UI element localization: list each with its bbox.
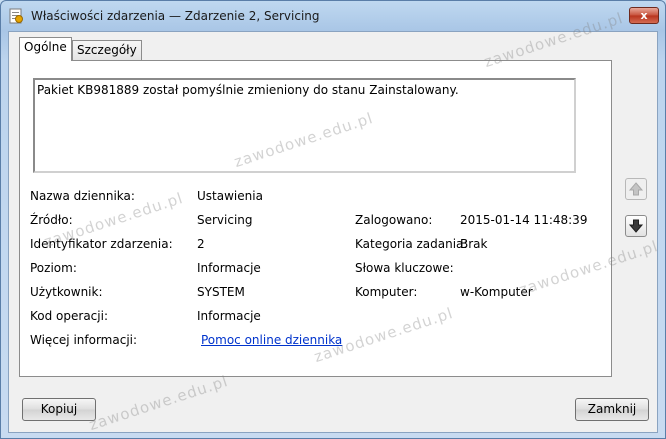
log-name-label: Nazwa dziennika:: [30, 189, 135, 203]
close-button[interactable]: Zamknij: [575, 398, 649, 421]
log-name-value: Ustawienia: [197, 189, 263, 203]
event-id-label: Identyfikator zdarzenia:: [30, 237, 173, 251]
keywords-label: Słowa kluczowe:: [355, 261, 454, 275]
task-category-label: Kategoria zadania:: [355, 237, 468, 251]
general-tab-panel: Pakiet KB981889 został pomyślnie zmienio…: [19, 60, 612, 377]
window-title: Właściwości zdarzenia — Zdarzenie 2, Ser…: [31, 9, 320, 23]
source-label: Źródło:: [30, 213, 73, 227]
event-properties-icon: [8, 8, 24, 24]
task-category-value: Brak: [460, 237, 488, 251]
arrow-down-icon: [626, 216, 646, 236]
next-event-button[interactable]: [625, 215, 647, 237]
user-label: Użytkownik:: [30, 285, 103, 299]
tab-details[interactable]: Szczegóły: [72, 40, 142, 61]
computer-value: w-Komputer: [460, 285, 533, 299]
previous-event-button[interactable]: [625, 178, 647, 200]
close-icon: x: [640, 9, 648, 22]
opcode-value: Informacje: [197, 309, 261, 323]
event-id-value: 2: [197, 237, 205, 251]
logged-label: Zalogowano:: [355, 213, 433, 227]
level-label: Poziom:: [30, 261, 77, 275]
level-value: Informacje: [197, 261, 261, 275]
dialog-client-area: Ogólne Szczegóły Pakiet KB981889 został …: [8, 31, 658, 433]
opcode-label: Kod operacji:: [30, 309, 108, 323]
source-value: Servicing: [197, 213, 253, 227]
tab-general[interactable]: Ogólne: [19, 37, 72, 61]
copy-button[interactable]: Kopiuj: [22, 398, 96, 421]
user-value: SYSTEM: [197, 285, 245, 299]
online-help-link[interactable]: Pomoc online dziennika: [201, 333, 342, 347]
title-bar[interactable]: Właściwości zdarzenia — Zdarzenie 2, Ser…: [1, 1, 665, 31]
more-info-label: Więcej informacji:: [30, 333, 138, 347]
event-description[interactable]: Pakiet KB981889 został pomyślnie zmienio…: [33, 78, 576, 173]
event-properties-window: Właściwości zdarzenia — Zdarzenie 2, Ser…: [0, 0, 666, 439]
computer-label: Komputer:: [355, 285, 418, 299]
window-close-button[interactable]: x: [629, 7, 659, 24]
arrow-up-icon: [626, 179, 646, 199]
logged-value: 2015-01-14 11:48:39: [460, 213, 588, 227]
